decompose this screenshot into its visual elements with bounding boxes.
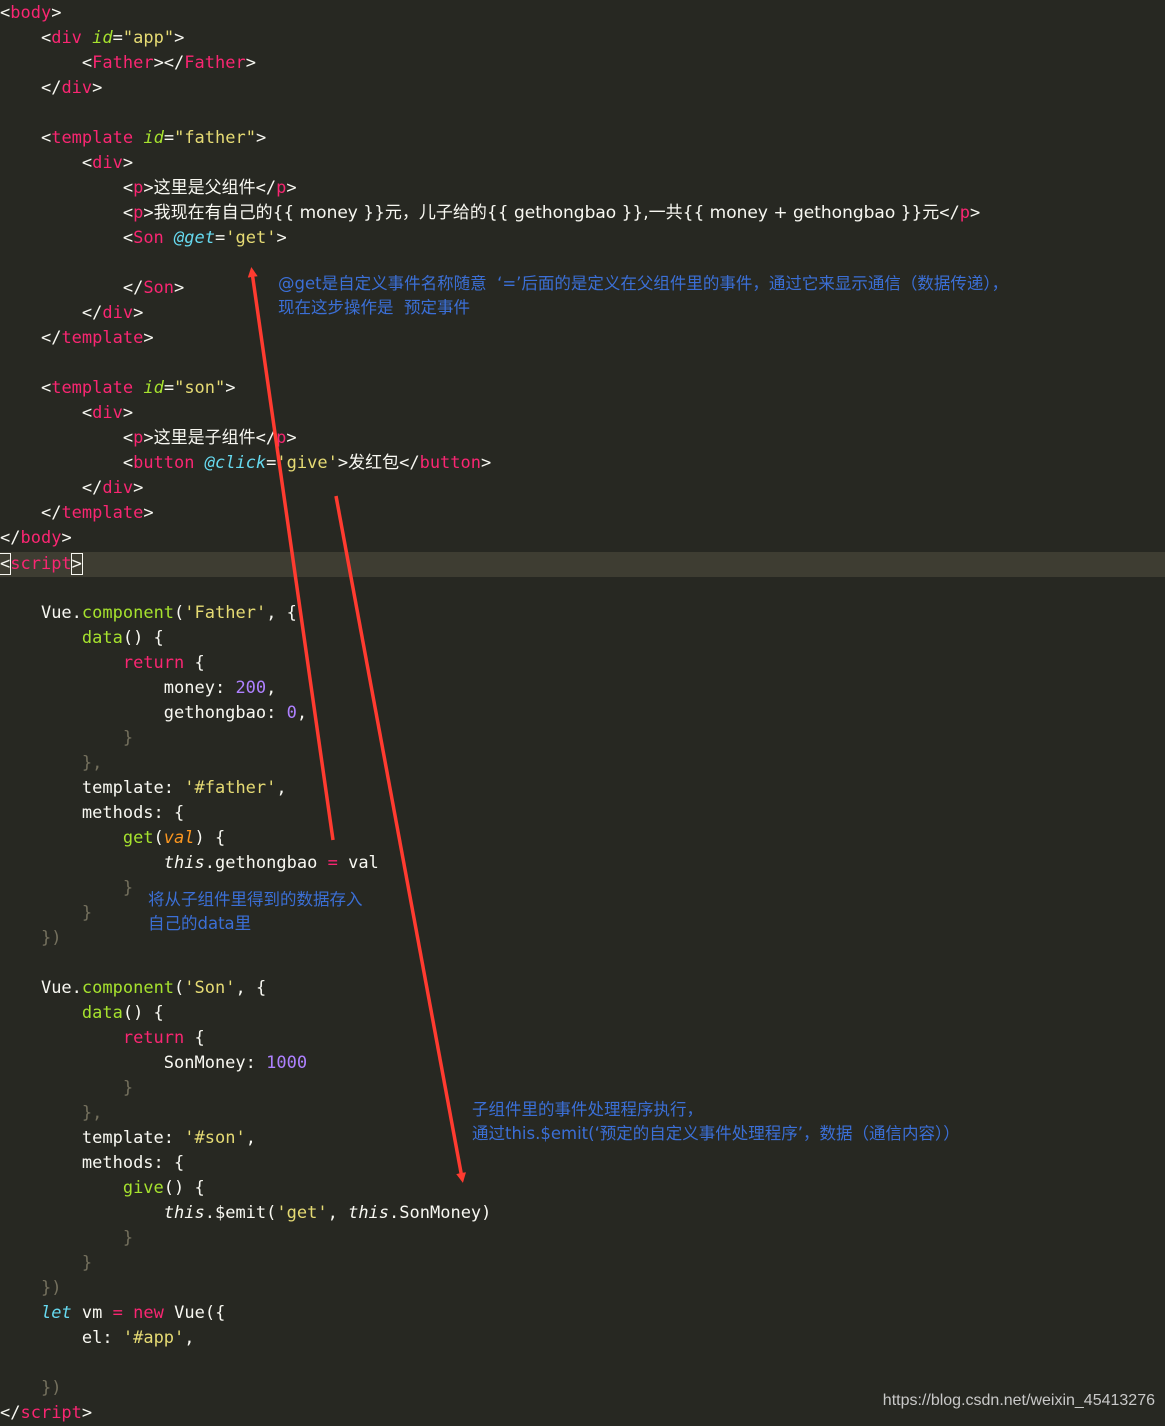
- code-line: this.$emit('get', this.SonMoney): [163, 1203, 492, 1223]
- code-line: methods: {: [81, 803, 185, 823]
- annotation-note-3-line-a: 子组件里的事件处理程序执行，: [472, 1100, 703, 1119]
- code-line: el: '#app',: [81, 1328, 195, 1348]
- annotation-note-1-line-a: @get是自定义事件名称随意 ‘=’后面的是定义在父组件里的事件，通过它来显示通…: [278, 274, 1009, 293]
- code-line: }: [122, 1228, 134, 1248]
- annotation-note-3-line-b: 通过this.$emit(‘预定的自定义事件处理程序’，数据（通信内容））: [472, 1124, 960, 1143]
- code-line: return {: [122, 653, 205, 673]
- annotation-note-3: 子组件里的事件处理程序执行， 通过this.$emit(‘预定的自定义事件处理程…: [472, 1098, 960, 1146]
- code-line: <div id="app">: [40, 28, 185, 48]
- code-line: <p>这里是子组件</p>: [122, 428, 297, 448]
- code-line: data() {: [81, 1003, 164, 1023]
- code-line: </body>: [0, 528, 72, 548]
- code-line: return {: [122, 1028, 205, 1048]
- code-editor[interactable]: <body> <div id="app"> <Father></Father> …: [0, 0, 1165, 1423]
- code-line: }): [40, 1278, 62, 1298]
- code-line: <div>: [81, 403, 134, 423]
- code-line: },: [81, 753, 103, 773]
- code-line: this.gethongbao = val: [163, 853, 379, 873]
- code-line: <p>这里是父组件</p>: [122, 178, 297, 198]
- code-line: }: [81, 1253, 93, 1273]
- current-code-line: <script>: [0, 552, 1165, 577]
- watermark: https://blog.csdn.net/weixin_45413276: [882, 1392, 1155, 1409]
- annotation-note-2: 将从子组件里得到的数据存入 自己的data里: [148, 888, 363, 936]
- code-line: template: '#father',: [81, 778, 287, 798]
- code-line: Vue.component('Father', {: [40, 603, 297, 623]
- code-line: data() {: [81, 628, 164, 648]
- code-line: get(val) {: [122, 828, 226, 848]
- annotation-note-2-line-a: 将从子组件里得到的数据存入: [148, 890, 363, 909]
- code-line: </div>: [40, 78, 103, 98]
- code-line: give() {: [122, 1178, 205, 1198]
- code-line: <p>我现在有自己的{{ money }}元，儿子给的{{ gethongbao…: [122, 203, 981, 223]
- code-line: <template id="father">: [40, 128, 267, 148]
- code-line: let vm = new Vue({: [40, 1303, 226, 1323]
- code-line: <Son @get='get'>: [122, 228, 287, 248]
- code-line: <button @click='give'>发红包</button>: [122, 453, 492, 473]
- code-line: <template id="son">: [40, 378, 236, 398]
- code-line: Vue.component('Son', {: [40, 978, 267, 998]
- code-line: <div>: [81, 153, 134, 173]
- code-line: gethongbao: 0,: [163, 703, 308, 723]
- code-line: <body>: [0, 3, 62, 23]
- code-line: </template>: [40, 328, 154, 348]
- code-line: methods: {: [81, 1153, 185, 1173]
- code-line: </div>: [81, 478, 144, 498]
- annotation-note-1-line-b: 现在这步操作是 预定事件: [278, 298, 470, 317]
- code-line: money: 200,: [163, 678, 277, 698]
- annotation-note-2-line-b: 自己的data里: [148, 914, 252, 933]
- code-line: </template>: [40, 503, 154, 523]
- code-line: <Father></Father>: [81, 53, 256, 73]
- code-line: }: [122, 728, 134, 748]
- code-line: SonMoney: 1000: [163, 1053, 308, 1073]
- annotation-note-1: @get是自定义事件名称随意 ‘=’后面的是定义在父组件里的事件，通过它来显示通…: [278, 272, 1008, 320]
